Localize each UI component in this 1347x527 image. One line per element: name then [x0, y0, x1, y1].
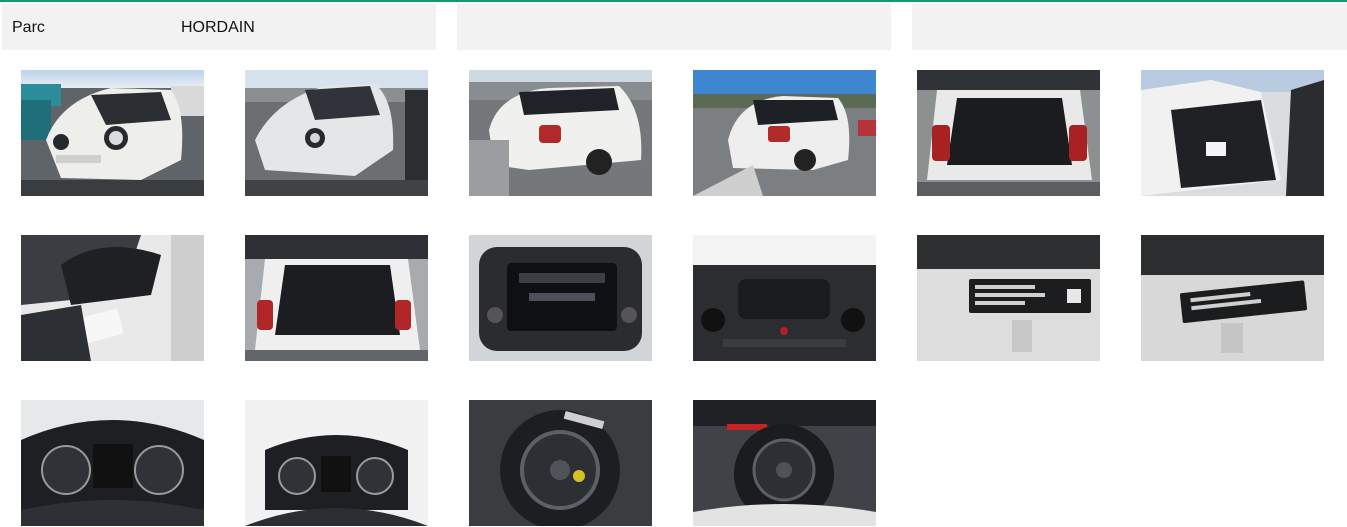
vin-label-photo[interactable] — [917, 235, 1100, 361]
spare-wheel-well-photo[interactable] — [693, 400, 876, 526]
vin-label-closeup-photo[interactable] — [1141, 235, 1324, 361]
infotainment-screen-photo[interactable] — [469, 235, 652, 361]
car-rear-icon — [469, 70, 652, 196]
spare-wheel-photo[interactable] — [469, 400, 652, 526]
trunk-open-close-photo[interactable] — [245, 235, 428, 361]
instrument-cluster-wide-photo[interactable] — [245, 400, 428, 526]
label-icon — [1141, 235, 1324, 361]
trunk-icon — [917, 70, 1100, 196]
car-rear-left-photo[interactable] — [693, 70, 876, 196]
label-icon — [917, 235, 1100, 361]
screen-icon — [469, 235, 652, 361]
door-icon — [1141, 70, 1324, 196]
car-rear-icon — [693, 70, 876, 196]
car-front-icon — [245, 70, 428, 196]
trunk-icon — [245, 235, 428, 361]
wheel-icon — [469, 400, 652, 526]
seat-icon — [21, 235, 204, 361]
car-front-icon — [21, 70, 204, 196]
dashboard-center-photo[interactable] — [693, 235, 876, 361]
instrument-cluster-photo[interactable] — [21, 400, 204, 526]
car-front-right-photo[interactable] — [245, 70, 428, 196]
wheel-icon — [693, 400, 876, 526]
rear-door-interior-photo[interactable] — [1141, 70, 1324, 196]
trunk-open-photo[interactable] — [917, 70, 1100, 196]
front-seat-interior-photo[interactable] — [21, 235, 204, 361]
gauge-icon — [21, 400, 204, 526]
photo-gallery — [0, 0, 1347, 527]
car-front-left-photo[interactable] — [21, 70, 204, 196]
car-rear-right-photo[interactable] — [469, 70, 652, 196]
dashboard-icon — [693, 235, 876, 361]
gauge-icon — [245, 400, 428, 526]
